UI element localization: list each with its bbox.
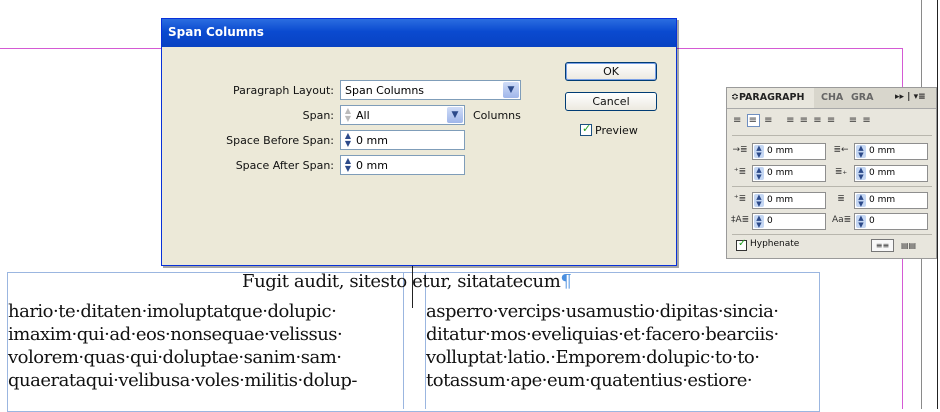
justify-all-icon[interactable]: ≡ [827, 115, 836, 126]
divider [732, 135, 932, 136]
span-unit-label: Columns [473, 109, 521, 122]
line: hario·te·ditaten·imoluptatque·dolupic· [8, 301, 337, 322]
justify-right-icon[interactable]: ≡ [813, 115, 822, 126]
line: volluptat·latio.·Emporem·dolupic·to·to· [426, 347, 760, 368]
last-line-indent-value: 0 mm [869, 168, 896, 178]
spin-arrows-icon[interactable]: ▲ ▼ [754, 194, 764, 208]
alignment-row: ≡ ≡ ≡ ≡ ≡ ≡ ≡ ≡ ≡ [733, 114, 872, 127]
dialog-title-bar[interactable]: Span Columns [162, 19, 676, 47]
space-before-input[interactable]: ▲ ▼ 0 mm [340, 130, 465, 150]
panel-menu-icon[interactable]: ▸▸ | ▾≡ [895, 92, 926, 102]
spin-arrows-icon[interactable]: ▲ ▼ [856, 145, 866, 159]
right-indent-value: 0 mm [869, 146, 896, 156]
line: imaxim·qui·ad·eos·nonsequae·velissus· [8, 324, 343, 345]
space-before-label: Space Before Span: [226, 134, 334, 147]
left-column[interactable]: hario·te·ditaten·imoluptatque·dolupic· i… [8, 300, 358, 392]
last-line-indent-icon: ≣₊ [834, 167, 848, 177]
align-left-icon[interactable]: ≡ [733, 115, 742, 126]
column-guide-left [403, 273, 404, 409]
line: asperro·vercips·usamustio·dipitas·sincia… [426, 301, 779, 322]
drop-cap-chars-icon: Aa≣ [832, 215, 852, 225]
spin-arrows-icon[interactable]: ▲ ▼ [754, 215, 764, 229]
divider [732, 186, 932, 187]
first-line-indent-input[interactable]: ▲ ▼ 0 mm [752, 165, 826, 182]
span-columns-dialog: Span Columns Paragraph Layout: Span Colu… [161, 18, 677, 266]
dialog-title: Span Columns [168, 25, 264, 39]
left-indent-value: 0 mm [767, 146, 794, 156]
preview-checkbox[interactable]: ✓ [580, 122, 592, 136]
hyphenate-checkbox[interactable]: ✓ [736, 238, 747, 251]
space-before-value: 0 mm [356, 134, 388, 147]
align-center-icon[interactable]: ≡ [746, 114, 760, 127]
align-right-icon[interactable]: ≡ [764, 115, 773, 126]
panel-space-after-input[interactable]: ▲ ▼ 0 mm [854, 192, 928, 209]
paragraph-layout-value: Span Columns [345, 84, 425, 97]
spin-arrows-icon[interactable]: ▲ ▼ [754, 167, 764, 181]
align-away-spine-icon[interactable]: ≡ [862, 115, 871, 126]
left-indent-icon: →≣ [732, 145, 748, 155]
ok-button[interactable]: OK [565, 62, 657, 81]
tab-gradient[interactable]: GRA [851, 92, 873, 103]
space-before-icon: ⁺≣ [733, 194, 747, 204]
panel-space-before-value: 0 mm [767, 195, 794, 205]
panel-tabs: ≎PARAGRAPH CHA GRA ▸▸ | ▾≡ [727, 88, 936, 109]
left-indent-input[interactable]: ▲ ▼ 0 mm [752, 143, 826, 160]
line: quaerataqui·velibusa·voles·militis·dolup… [8, 370, 358, 391]
tab-character[interactable]: CHA [821, 92, 843, 103]
align-baseline-grid-button[interactable]: ▤▤ [897, 239, 920, 252]
preview-label: Preview [595, 124, 638, 137]
chevron-down-icon[interactable]: ▼ [447, 107, 463, 123]
tab-paragraph[interactable]: ≎PARAGRAPH [731, 92, 804, 103]
align-baseline-off-button[interactable]: ≡≡ [871, 239, 894, 252]
pilcrow-mark: ¶ [560, 271, 572, 292]
spin-arrows-icon[interactable]: ▲ ▼ [754, 145, 764, 159]
span-heading-text: Fugit audit, sitesto etur, sitatatecum [242, 271, 561, 292]
spin-arrows-icon[interactable]: ▲ ▼ [856, 194, 866, 208]
paragraph-layout-label: Paragraph Layout: [233, 84, 334, 97]
space-after-value: 0 mm [356, 159, 388, 172]
space-after-input[interactable]: ▲ ▼ 0 mm [340, 155, 465, 175]
span-heading[interactable]: Fugit audit, sitesto etur, sitatatecum¶ [242, 271, 572, 292]
justify-left-icon[interactable]: ≡ [786, 115, 795, 126]
spin-arrows-icon[interactable]: ▲ ▼ [343, 132, 353, 148]
line: volorem·quas·qui·doluptae·sanim·sam· [8, 347, 342, 368]
drop-cap-lines-value: 0 [767, 216, 773, 226]
check-icon: ✓ [738, 238, 747, 249]
space-after-label: Space After Span: [235, 159, 334, 172]
last-line-indent-input[interactable]: ▲ ▼ 0 mm [854, 165, 928, 182]
justify-center-icon[interactable]: ≡ [800, 115, 809, 126]
spin-arrows-icon[interactable]: ▲ ▼ [343, 157, 353, 173]
right-indent-input[interactable]: ▲ ▼ 0 mm [854, 143, 928, 160]
drop-cap-chars-input[interactable]: ▲ ▼ 0 [854, 213, 928, 230]
spin-arrows-icon: ▲ ▼ [344, 106, 352, 123]
first-line-indent-icon: ⁺≣ [733, 167, 747, 177]
drop-cap-lines-icon: ‡A≣ [731, 215, 750, 225]
span-label: Span: [302, 109, 334, 122]
paragraph-panel: ≎PARAGRAPH CHA GRA ▸▸ | ▾≡ ≡ ≡ ≡ ≡ ≡ ≡ ≡… [726, 87, 937, 259]
spin-arrows-icon[interactable]: ▲ ▼ [856, 167, 866, 181]
divider [732, 234, 932, 235]
spin-arrows-icon[interactable]: ▲ ▼ [856, 215, 866, 229]
chevron-down-icon[interactable]: ▼ [503, 82, 519, 98]
span-value: All [356, 109, 370, 122]
right-indent-icon: ≣← [833, 145, 849, 155]
paragraph-layout-select[interactable]: Span Columns ▼ [340, 80, 521, 100]
first-line-indent-value: 0 mm [767, 168, 794, 178]
right-column[interactable]: asperro·vercips·usamustio·dipitas·sincia… [426, 300, 779, 392]
line: ditatur·mos·eveliquias·et·facero·bearcii… [426, 324, 779, 345]
drop-cap-chars-value: 0 [869, 216, 875, 226]
drop-cap-lines-input[interactable]: ▲ ▼ 0 [752, 213, 826, 230]
panel-space-after-value: 0 mm [869, 195, 896, 205]
pasteboard-edge-line [937, 0, 938, 409]
space-after-icon: ≣ [837, 194, 845, 204]
line: totassum·ape·eum·quatentius·estiore· [426, 370, 753, 391]
span-select[interactable]: ▲ ▼ All ▼ [340, 105, 465, 125]
panel-space-before-input[interactable]: ▲ ▼ 0 mm [752, 192, 826, 209]
check-icon: ✓ [582, 122, 592, 135]
cancel-button[interactable]: Cancel [565, 92, 657, 111]
hyphenate-label: Hyphenate [750, 239, 800, 249]
align-toward-spine-icon[interactable]: ≡ [849, 115, 858, 126]
